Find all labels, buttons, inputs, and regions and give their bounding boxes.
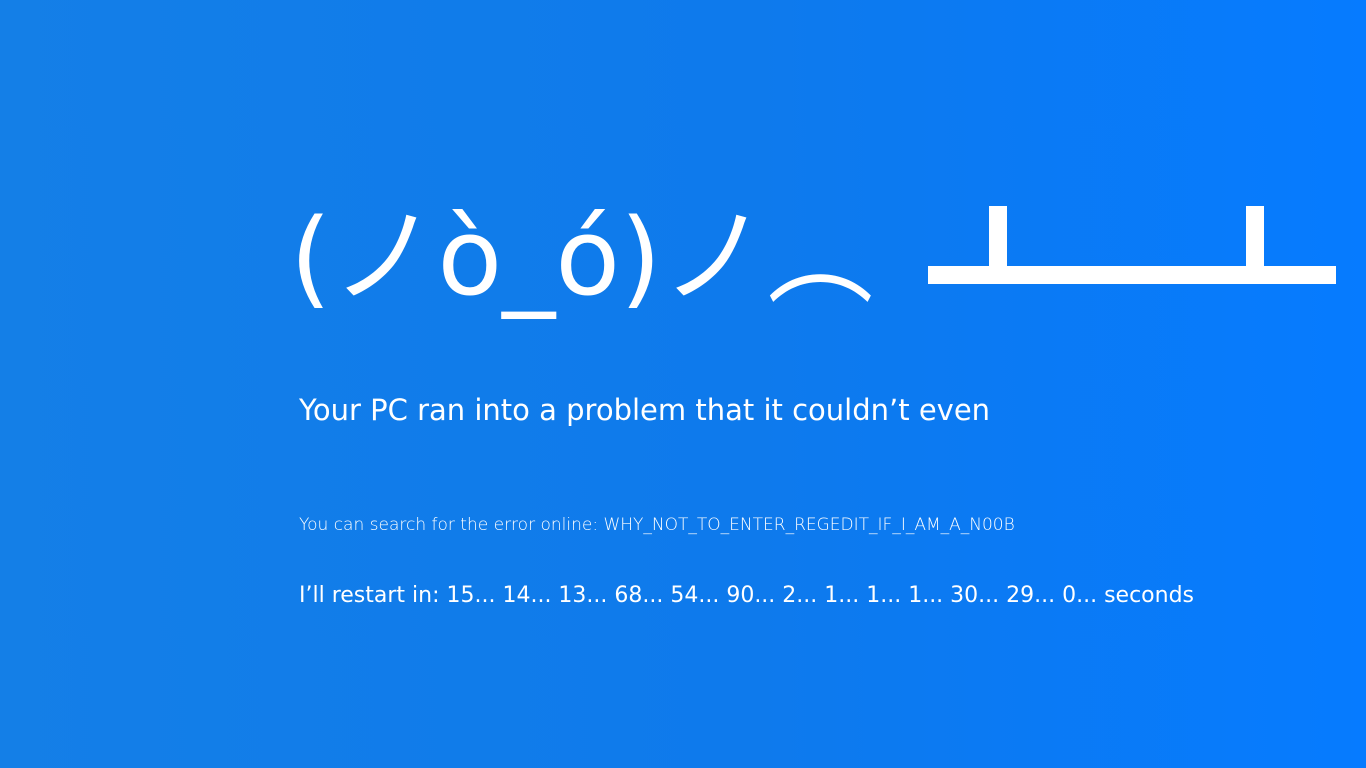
flipped-table-icon: ┻━┻ (928, 206, 1336, 284)
table-flip-emoticon: (ノò_ó)ノ︵ ┻━┻ (290, 205, 1350, 365)
search-error-line: You can search for the error online: WHY… (299, 515, 1015, 535)
blue-screen: (ノò_ó)ノ︵ ┻━┻ Your PC ran into a problem … (0, 0, 1366, 768)
emoticon-face: (ノò_ó)ノ︵ (290, 196, 874, 319)
restart-countdown: I’ll restart in: 15... 14... 13... 68...… (299, 583, 1194, 608)
error-title: Your PC ran into a problem that it could… (299, 393, 991, 427)
